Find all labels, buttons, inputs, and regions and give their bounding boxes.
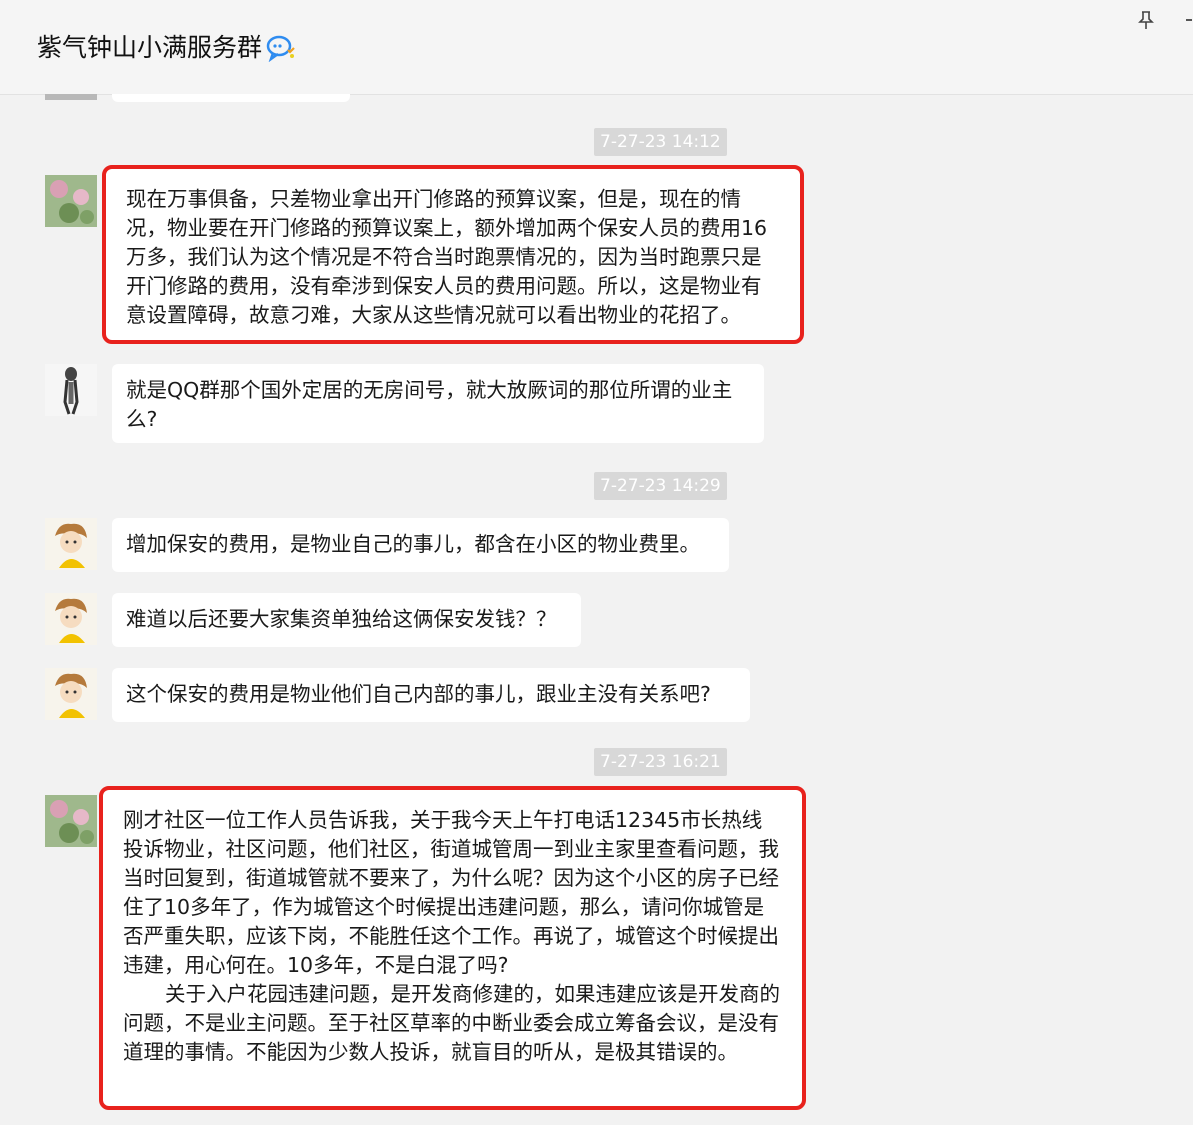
message-text: 现在万事俱备，只差物业拿出开门修路的预算议案，但是，现在的情况，物业要在开门修路… (126, 187, 768, 327)
timestamp: 7-27-23 16:21 (594, 748, 727, 776)
message-bubble-partial (112, 94, 350, 102)
message-bubble: 就是QQ群那个国外定居的无房间号，就大放厥词的那位所谓的业主么? (112, 364, 764, 443)
pin-icon[interactable] (1137, 10, 1155, 34)
avatar[interactable] (45, 593, 97, 645)
message-text: 就是QQ群那个国外定居的无房间号，就大放厥词的那位所谓的业主么? (126, 378, 733, 431)
message-bubble: 现在万事俱备，只差物业拿出开门修路的预算议案，但是，现在的情况，物业要在开门修路… (102, 165, 804, 344)
message-text: 这个保安的费用是物业他们自己内部的事儿，跟业主没有关系吧? (126, 682, 711, 706)
timestamp: 7-27-23 14:12 (594, 128, 727, 156)
message-bubble: 这个保安的费用是物业他们自己内部的事儿，跟业主没有关系吧? (112, 668, 750, 722)
message-bubble: 刚才社区一位工作人员告诉我，关于我今天上午打电话12345市长热线投诉物业，社区… (99, 786, 806, 1110)
message-text: 增加保安的费用，是物业自己的事儿，都含在小区的物业费里。 (126, 532, 700, 556)
message-bubble: 增加保安的费用，是物业自己的事儿，都含在小区的物业费里。 (112, 518, 729, 572)
chat-title-text: 紫气钟山小满服务群 (37, 33, 263, 62)
minimize-icon[interactable] (1186, 19, 1192, 21)
message-text-paragraph-1: 刚才社区一位工作人员告诉我，关于我今天上午打电话12345市长热线投诉物业，社区… (123, 808, 779, 977)
chat-bubble-icon (266, 34, 296, 62)
chat-title: 紫气钟山小满服务群 (37, 28, 296, 68)
avatar[interactable] (45, 94, 97, 100)
message-text-paragraph-2: 关于入户花园违建问题，是开发商修建的，如果违建应该是开发商的问题，不是业主问题。… (123, 982, 780, 1064)
avatar[interactable] (45, 668, 97, 720)
avatar[interactable] (45, 175, 97, 227)
message-bubble: 难道以后还要大家集资单独给这俩保安发钱？？ (112, 593, 581, 647)
chat-header: 紫气钟山小满服务群 (0, 0, 1193, 95)
timestamp: 7-27-23 14:29 (594, 472, 727, 500)
message-text: 难道以后还要大家集资单独给这俩保安发钱？？ (126, 607, 557, 631)
avatar[interactable] (45, 795, 97, 847)
avatar[interactable] (45, 364, 97, 416)
avatar[interactable] (45, 518, 97, 570)
